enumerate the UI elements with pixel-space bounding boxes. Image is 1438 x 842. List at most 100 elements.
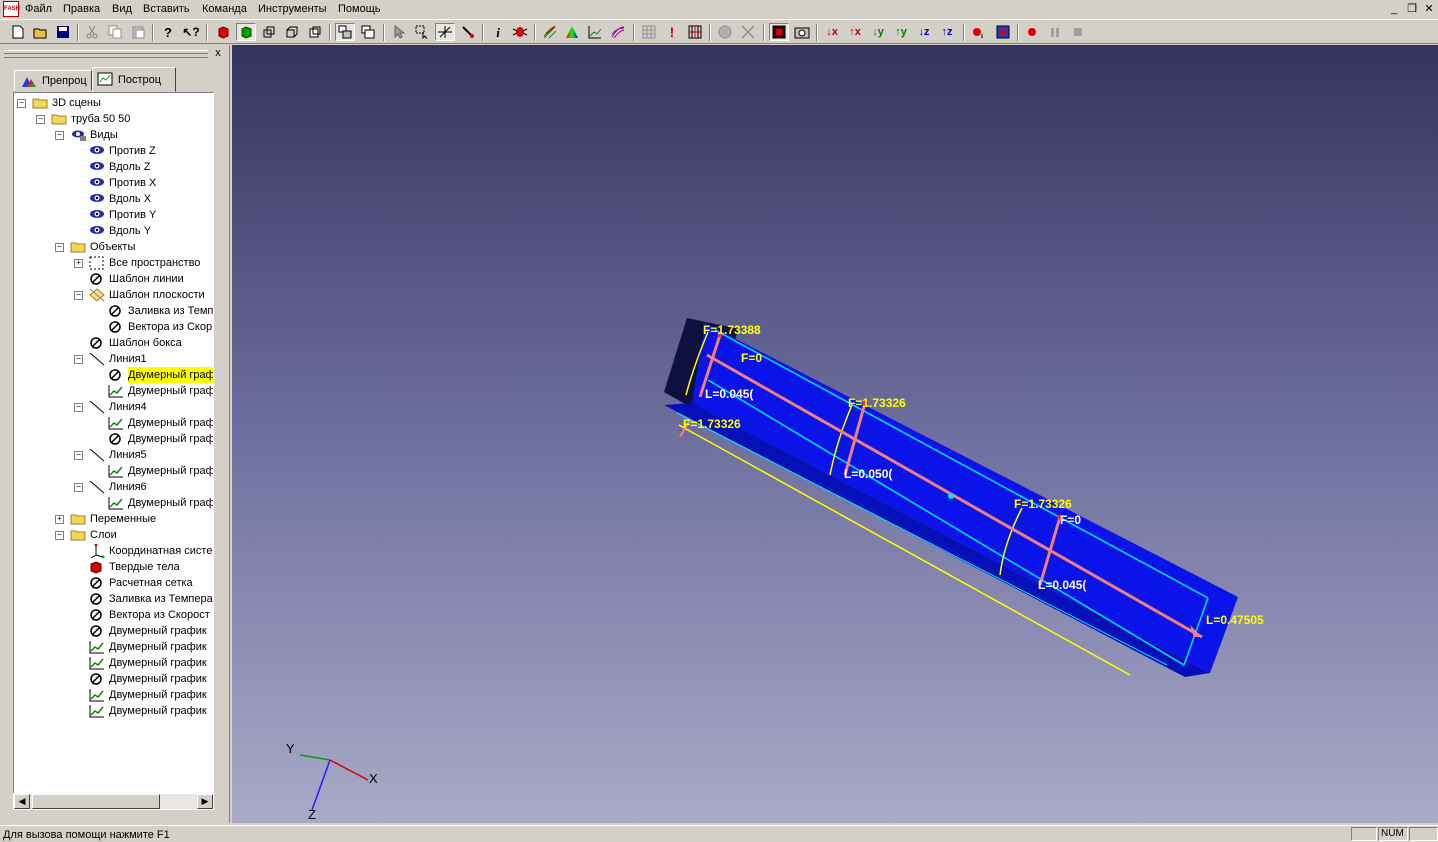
tree-item[interactable]: Вектора из Скорост [14, 607, 213, 623]
tree-item[interactable]: Заливка из Темпера [14, 591, 213, 607]
tree-item[interactable]: − труба 50 50 [14, 111, 213, 127]
collapse-icon[interactable]: − [74, 451, 83, 460]
tree-item[interactable]: Двумерный график [14, 703, 213, 719]
menu-help[interactable]: Помощь [338, 2, 381, 16]
3d-viewport[interactable]: F=1.73388 F=0 L=0.045( F=1.73326 F=1.733… [232, 45, 1438, 823]
tree-item[interactable]: − 3D сцены [14, 95, 213, 111]
grid-button[interactable] [639, 23, 659, 41]
bug-button[interactable] [510, 23, 530, 41]
windows-button[interactable] [358, 23, 378, 41]
tree-item[interactable]: Против X [14, 175, 213, 191]
record-point-button[interactable] [969, 23, 989, 41]
tree-item[interactable]: Двумерный график [14, 687, 213, 703]
vectors-button[interactable] [540, 23, 560, 41]
green-solid-view-button[interactable] [236, 23, 256, 41]
view-up-x-button[interactable]: ↑x [845, 23, 865, 41]
tab-postprocessor[interactable]: Построц [92, 67, 176, 92]
menu-tools[interactable]: Инструменты [258, 2, 327, 16]
tree-item[interactable]: Расчетная сетка [14, 575, 213, 591]
collapse-icon[interactable]: − [74, 355, 83, 364]
menu-file[interactable]: Файл [25, 2, 52, 16]
tree-item[interactable]: Шаблон бокса [14, 335, 213, 351]
snapshot-button[interactable] [792, 23, 812, 41]
hidden-line-button[interactable] [282, 23, 302, 41]
tree-item[interactable]: + Переменные [14, 511, 213, 527]
tree-item[interactable]: − Линия1 [14, 351, 213, 367]
tree-item[interactable]: Двумерный график [14, 623, 213, 639]
view-up-y-button[interactable]: ↑y [891, 23, 911, 41]
record-button[interactable] [1022, 23, 1042, 41]
paste-button[interactable] [128, 23, 148, 41]
alert-button[interactable]: ! [662, 23, 682, 41]
cancel-button[interactable] [738, 23, 758, 41]
tree-item[interactable]: Двумерный граф [14, 495, 213, 511]
tree-item[interactable]: − Объекты [14, 239, 213, 255]
collapse-icon[interactable]: − [74, 483, 83, 492]
tree-item[interactable]: − Линия4 [14, 399, 213, 415]
record-frame-button[interactable] [993, 23, 1013, 41]
view-up-z-button[interactable]: ↑z [937, 23, 957, 41]
graph-button[interactable] [585, 23, 605, 41]
menu-edit[interactable]: Правка [63, 2, 100, 16]
solid-view-button[interactable] [213, 23, 233, 41]
cut-button[interactable] [82, 23, 102, 41]
wireframe-view-button[interactable] [259, 23, 279, 41]
select-button[interactable] [389, 23, 409, 41]
panel-close-button[interactable]: x [212, 47, 224, 59]
tree-item[interactable]: − Виды [14, 127, 213, 143]
restore-button[interactable]: ❐ [1404, 2, 1420, 16]
box-select-button[interactable] [412, 23, 432, 41]
tree-item[interactable]: Двумерный граф [14, 431, 213, 447]
expand-icon[interactable]: + [55, 515, 64, 524]
tab-preprocessor[interactable]: Препроц [14, 70, 92, 91]
save-button[interactable] [53, 23, 73, 41]
tree-item[interactable]: − Шаблон плоскости [14, 287, 213, 303]
collapse-icon[interactable]: − [36, 115, 45, 124]
tree-item[interactable]: + Все пространство [14, 255, 213, 271]
fill-button[interactable] [562, 23, 582, 41]
help-button[interactable]: ? [158, 23, 178, 41]
scroll-left-button[interactable]: ◀ [14, 794, 30, 809]
rotate-button[interactable] [435, 23, 455, 41]
view-down-y-button[interactable]: ↓y [868, 23, 888, 41]
tree-item[interactable]: Двумерный граф [14, 415, 213, 431]
tree-item[interactable]: Заливка из Темп [14, 303, 213, 319]
scroll-thumb[interactable] [32, 794, 160, 809]
tree-item[interactable]: Твердые тела [14, 559, 213, 575]
collapse-icon[interactable]: − [74, 291, 83, 300]
tree-item[interactable]: Двумерный граф [14, 367, 213, 383]
info-button[interactable]: i [488, 23, 508, 41]
tree-item[interactable]: Вдоль Z [14, 159, 213, 175]
panel-gripper[interactable] [4, 50, 208, 58]
collapse-icon[interactable]: − [55, 131, 64, 140]
copy-button[interactable] [105, 23, 125, 41]
new-file-button[interactable] [8, 23, 28, 41]
scene-canvas[interactable]: F=1.73388 F=0 L=0.045( F=1.73326 F=1.733… [232, 45, 1438, 823]
tree-item[interactable]: Двумерный граф [14, 383, 213, 399]
stop-calc-button[interactable] [715, 23, 735, 41]
view-down-x-button[interactable]: ↓x [822, 23, 842, 41]
menu-view[interactable]: Вид [112, 2, 132, 16]
collapse-icon[interactable]: − [55, 243, 64, 252]
tree-item[interactable]: Шаблон линии [14, 271, 213, 287]
close-button[interactable]: ✕ [1421, 2, 1437, 16]
minimize-button[interactable]: _ [1386, 2, 1402, 16]
collapse-icon[interactable]: − [17, 99, 26, 108]
menu-insert[interactable]: Вставить [143, 2, 190, 16]
pause-button[interactable] [1045, 23, 1065, 41]
box-view-button[interactable] [305, 23, 325, 41]
tree-item[interactable]: Вдоль Y [14, 223, 213, 239]
stop-button[interactable] [1068, 23, 1088, 41]
render-button[interactable] [769, 23, 789, 41]
tree-item[interactable]: − Линия5 [14, 447, 213, 463]
tree-item[interactable]: − Слои [14, 527, 213, 543]
tree-item[interactable]: Двумерный график [14, 639, 213, 655]
view-down-z-button[interactable]: ↓z [914, 23, 934, 41]
open-file-button[interactable] [31, 23, 51, 41]
tree-horizontal-scrollbar[interactable]: ◀ ▶ [13, 793, 214, 810]
tree-item[interactable]: Координатная систе [14, 543, 213, 559]
app-icon[interactable]: FASH [3, 1, 20, 17]
tree-item[interactable]: Против Z [14, 143, 213, 159]
tree-item[interactable]: Вдоль X [14, 191, 213, 207]
collapse-icon[interactable]: − [74, 403, 83, 412]
